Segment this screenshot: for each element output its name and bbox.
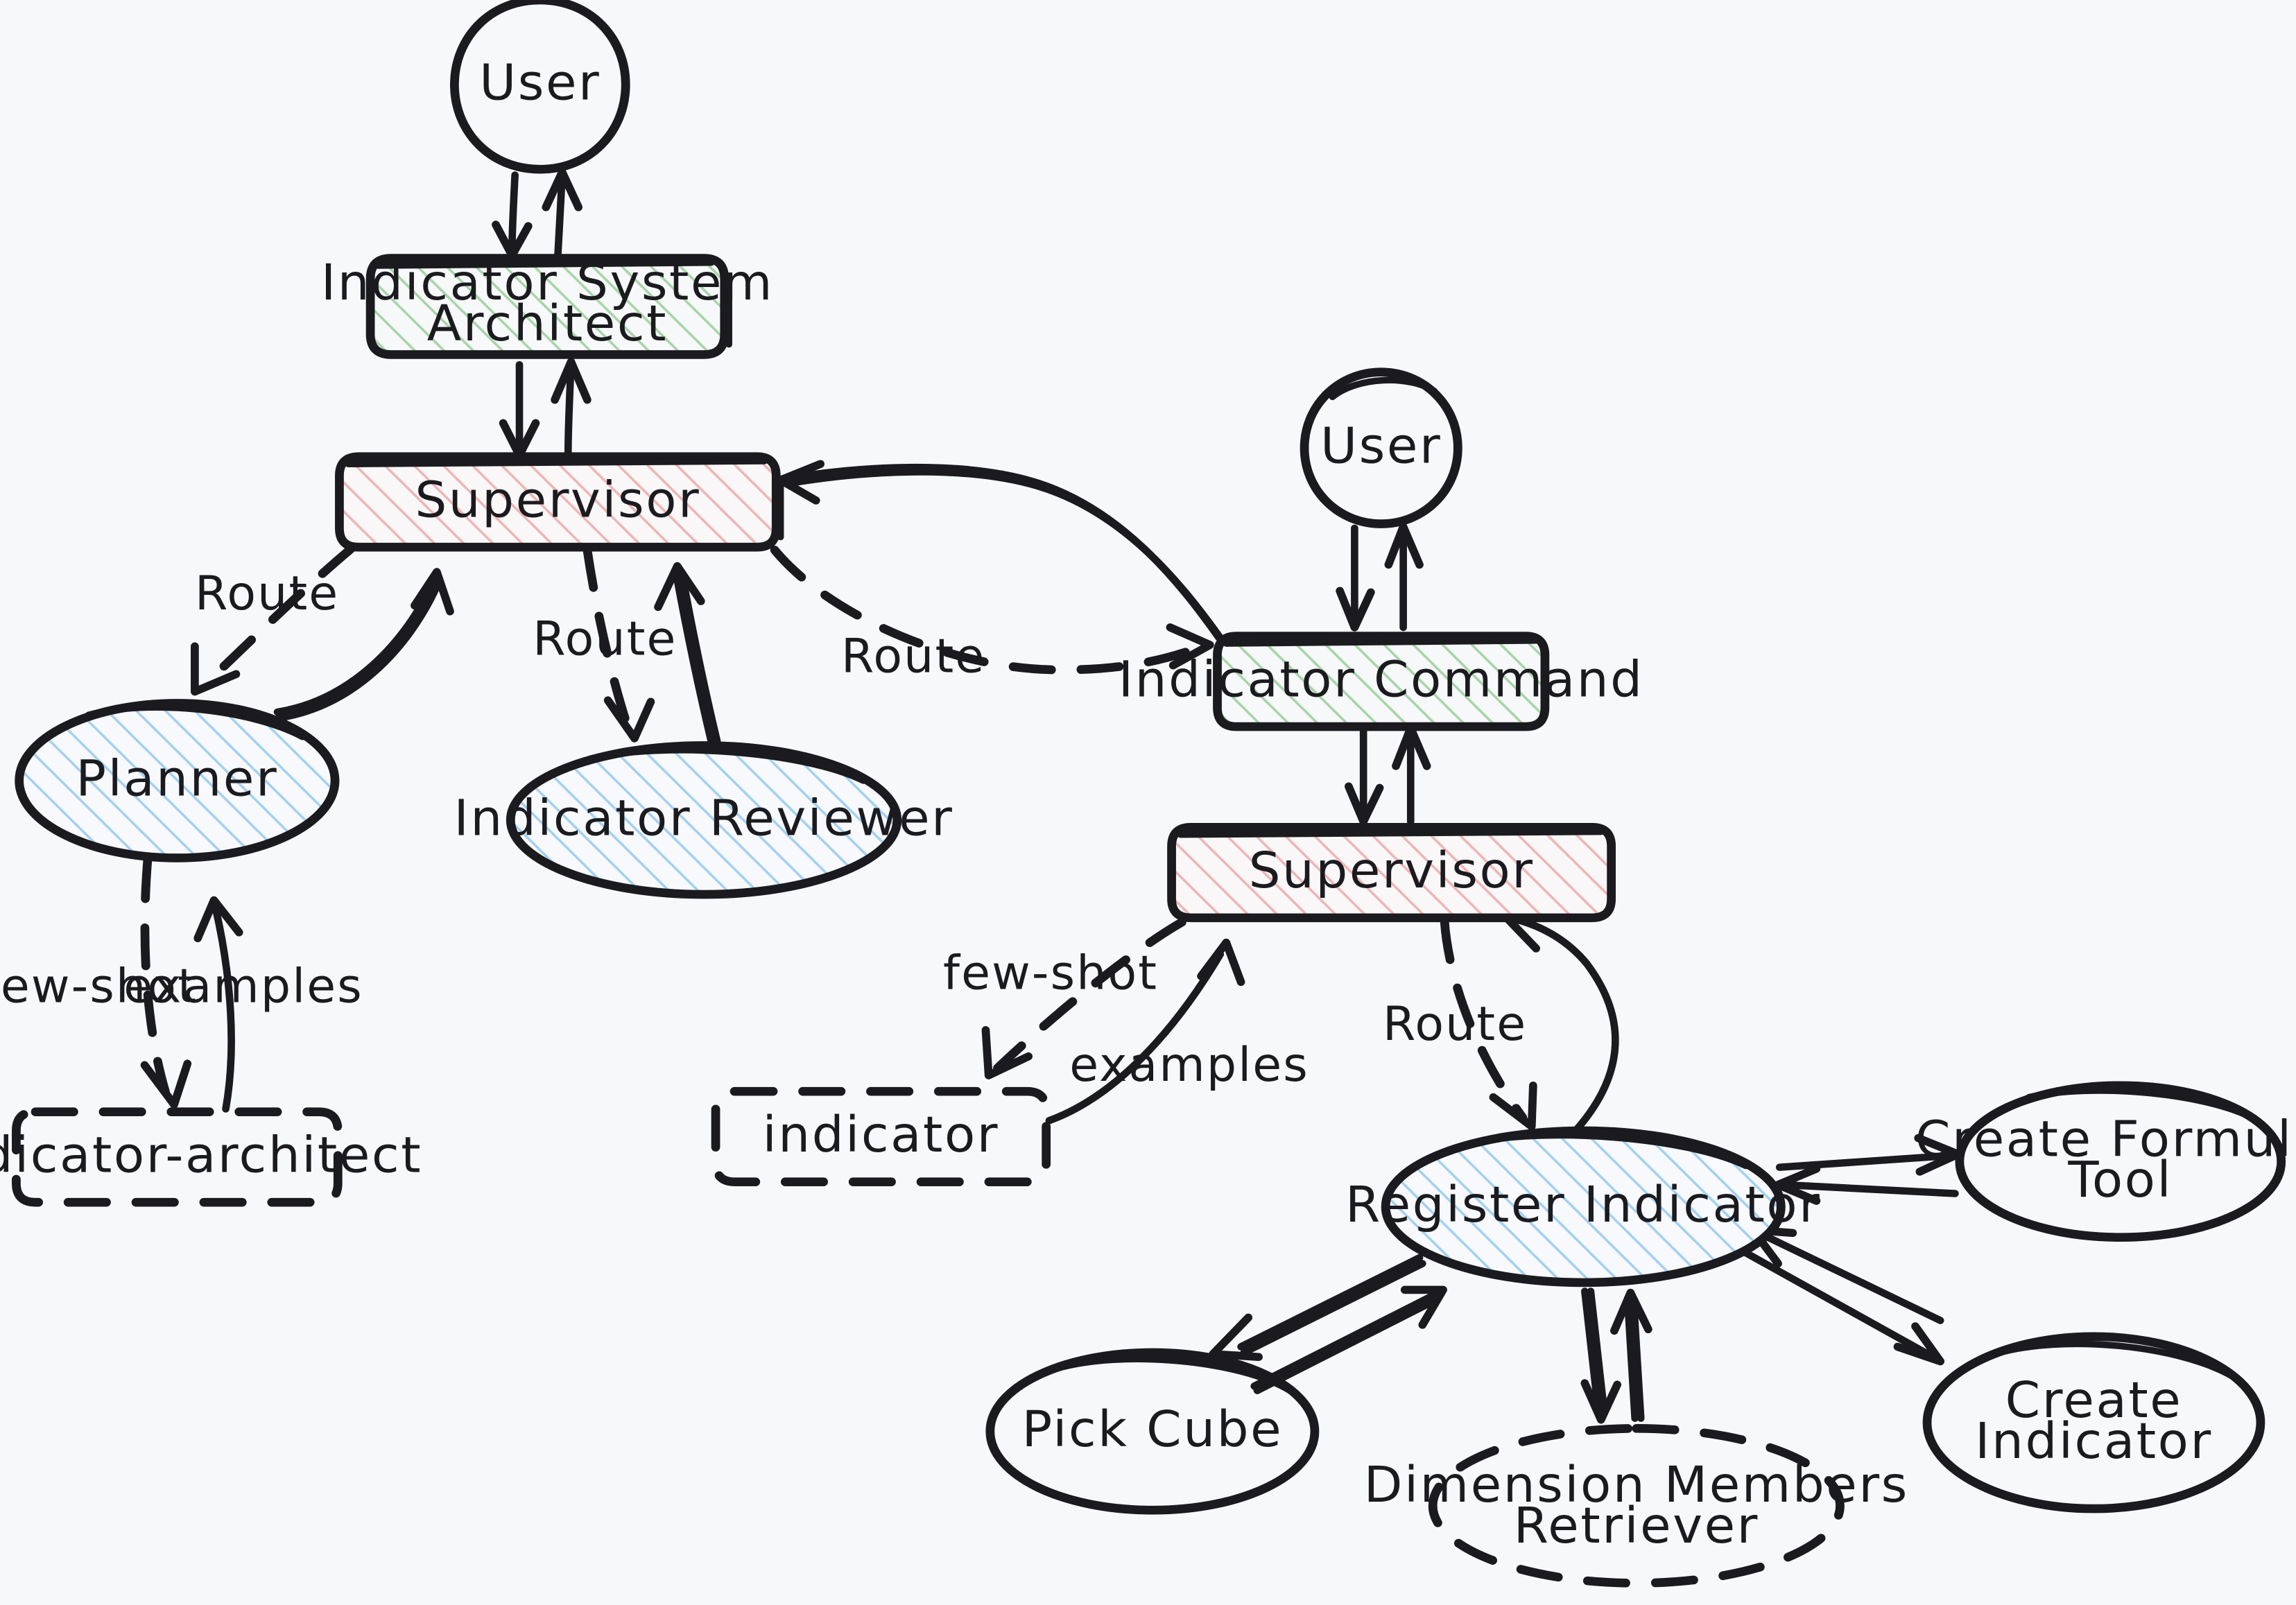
node-label-pick-cube: Pick Cube: [1022, 1400, 1284, 1458]
edge-label-route-command: Route: [841, 629, 985, 684]
edge-command-supervisor: [776, 460, 1227, 646]
node-indicator-command[interactable]: Indicator Command: [1119, 632, 1644, 731]
node-label-dimension-line2: Retriever: [1514, 1496, 1759, 1554]
edge-label-route-planner: Route: [195, 566, 339, 621]
diagram-canvas: Route Route Route few-shot examples few-…: [0, 0, 2296, 1605]
node-label-indicator-command: Indicator Command: [1119, 650, 1644, 709]
node-label-planner: Planner: [76, 749, 278, 808]
node-label-indicator: indicator: [763, 1105, 999, 1163]
node-label-create-formula-line2: Tool: [2067, 1151, 2173, 1209]
edge-label-route-register: Route: [1383, 996, 1527, 1051]
node-indicator-architect[interactable]: indicator-architect: [0, 1107, 422, 1207]
node-user-left[interactable]: User: [450, 0, 630, 174]
architecture-diagram: Route Route Route few-shot examples few-…: [0, 0, 2296, 1588]
node-supervisor-right[interactable]: Supervisor: [1167, 822, 1616, 923]
node-label-supervisor-left: Supervisor: [415, 471, 700, 529]
edge-label-fewshot-right: few-shot: [943, 946, 1158, 1000]
edge-user-architect: [492, 168, 582, 261]
node-label-indicator-architect: indicator-architect: [0, 1126, 422, 1184]
node-label-create-indicator-line2: Indicator: [1975, 1412, 2213, 1470]
edge-command-supervisorright: [1345, 724, 1431, 826]
edge-label-examples-left: examples: [123, 959, 363, 1014]
node-planner[interactable]: Planner: [15, 699, 340, 862]
node-user-right[interactable]: User: [1300, 367, 1462, 528]
node-supervisor-left[interactable]: Supervisor: [335, 452, 784, 552]
nodes-layer: User Indicator System Architect Supervis…: [0, 0, 2296, 1588]
node-label-supervisor-right: Supervisor: [1249, 841, 1535, 899]
node-create-indicator[interactable]: Create Indicator: [1922, 1332, 2265, 1513]
edge-label-route-reviewer: Route: [533, 611, 677, 666]
node-indicator-system-architect[interactable]: Indicator System Architect: [321, 253, 774, 359]
node-indicator-reviewer[interactable]: Indicator Reviewer: [454, 741, 954, 899]
node-label-user-right: User: [1320, 417, 1442, 475]
node-create-formula-tool[interactable]: Create Formula Tool: [1915, 1081, 2296, 1242]
node-label-register-indicator: Register Indicator: [1345, 1175, 1821, 1233]
node-label-indicator-reviewer: Indicator Reviewer: [454, 789, 954, 847]
node-pick-cube[interactable]: Pick Cube: [985, 1348, 1320, 1515]
node-dimension-members-retriever[interactable]: Dimension Members Retriever: [1364, 1424, 1909, 1588]
edge-userright-command: [1336, 522, 1424, 632]
node-label-user-left: User: [479, 53, 601, 112]
edge-register-dimension: [1580, 1287, 1652, 1424]
edge-architect-supervisor: [499, 358, 592, 460]
edge-label-examples-right: examples: [1069, 1037, 1309, 1092]
node-label-architect-line2: Architect: [427, 294, 668, 352]
node-indicator[interactable]: indicator: [711, 1086, 1051, 1186]
edge-register-createindicator: [1740, 1226, 1945, 1366]
